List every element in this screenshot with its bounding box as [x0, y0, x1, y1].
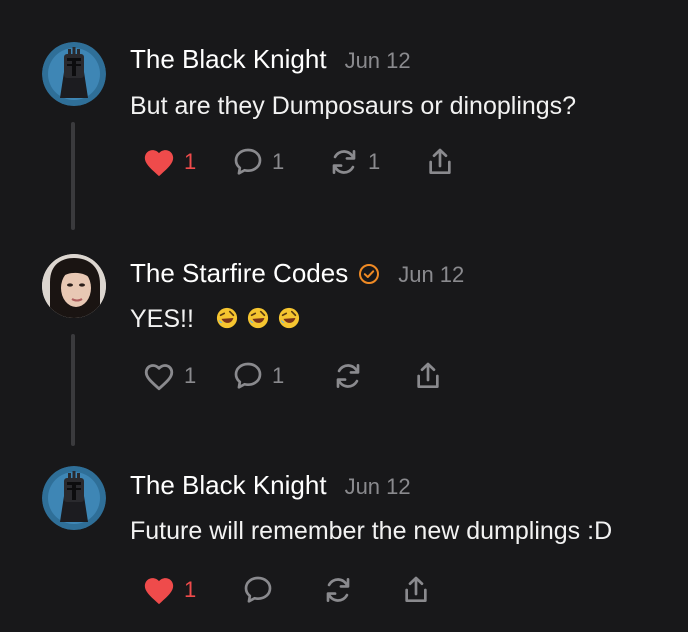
like-button[interactable]: 1: [142, 574, 196, 606]
post-text: But are they Dumposaurs or dinoplings?: [130, 92, 577, 120]
repost-button[interactable]: 1: [328, 146, 380, 178]
knight-avatar-icon: [42, 466, 106, 530]
share-icon: [417, 362, 439, 388]
like-button[interactable]: 1: [142, 146, 196, 178]
post-text-content: YES!!: [130, 305, 194, 333]
post-header: The Black Knight Jun 12: [130, 44, 411, 75]
share-icon: [405, 576, 427, 602]
repost-count: 1: [368, 149, 381, 174]
post-header: The Black Knight Jun 12: [130, 470, 411, 501]
repost-button[interactable]: [332, 360, 372, 392]
avatar[interactable]: [42, 42, 106, 106]
author-name[interactable]: The Black Knight: [130, 44, 327, 75]
like-button[interactable]: 1: [142, 360, 196, 392]
repost-button[interactable]: [322, 574, 362, 606]
author-name[interactable]: The Starfire Codes: [130, 258, 348, 289]
author-name[interactable]: The Black Knight: [130, 470, 327, 501]
comment-icon: [234, 148, 262, 175]
reply-button[interactable]: 1: [232, 360, 284, 392]
share-button[interactable]: [412, 360, 444, 392]
post-actions: 1: [0, 574, 688, 614]
share-button[interactable]: [424, 146, 456, 178]
reply-count: 1: [272, 363, 285, 388]
share-icon: [429, 148, 451, 174]
post-text: YES!!: [130, 305, 300, 334]
post-date[interactable]: Jun 12: [345, 48, 411, 74]
reply-thread: The Black Knight Jun 12 But are they Dum…: [0, 0, 688, 632]
post-actions: 1 1: [0, 360, 688, 400]
like-count: 1: [184, 363, 197, 388]
like-count: 1: [184, 577, 197, 602]
post-date[interactable]: Jun 12: [345, 474, 411, 500]
post-header: The Starfire Codes Jun 12: [130, 258, 464, 289]
post-text: Future will remember the new dumplings :…: [130, 517, 613, 545]
rolling-laughing-emoji-icon: [247, 307, 268, 329]
avatar[interactable]: [42, 254, 106, 318]
reply-button[interactable]: [242, 574, 282, 606]
post-date[interactable]: Jun 12: [398, 262, 464, 288]
rolling-laughing-emoji-icon: [216, 307, 237, 329]
reply-count: 1: [272, 149, 285, 174]
heart-filled-icon: [144, 150, 174, 177]
repost-icon: [326, 578, 350, 602]
reply-button[interactable]: 1: [232, 146, 284, 178]
heart-filled-icon: [144, 578, 174, 605]
share-button[interactable]: [400, 574, 432, 606]
woman-portrait-avatar-icon: [42, 254, 106, 318]
repost-icon: [336, 364, 360, 388]
heart-outline-icon: [144, 364, 174, 391]
verified-badge-icon: [359, 264, 380, 284]
post-actions: 1 1 1: [0, 146, 688, 186]
rolling-laughing-emoji-icon: [278, 307, 299, 329]
avatar[interactable]: [42, 466, 106, 530]
like-count: 1: [184, 149, 197, 174]
comment-icon: [244, 576, 272, 603]
comment-icon: [234, 362, 262, 389]
knight-avatar-icon: [42, 42, 106, 106]
repost-icon: [332, 150, 356, 174]
